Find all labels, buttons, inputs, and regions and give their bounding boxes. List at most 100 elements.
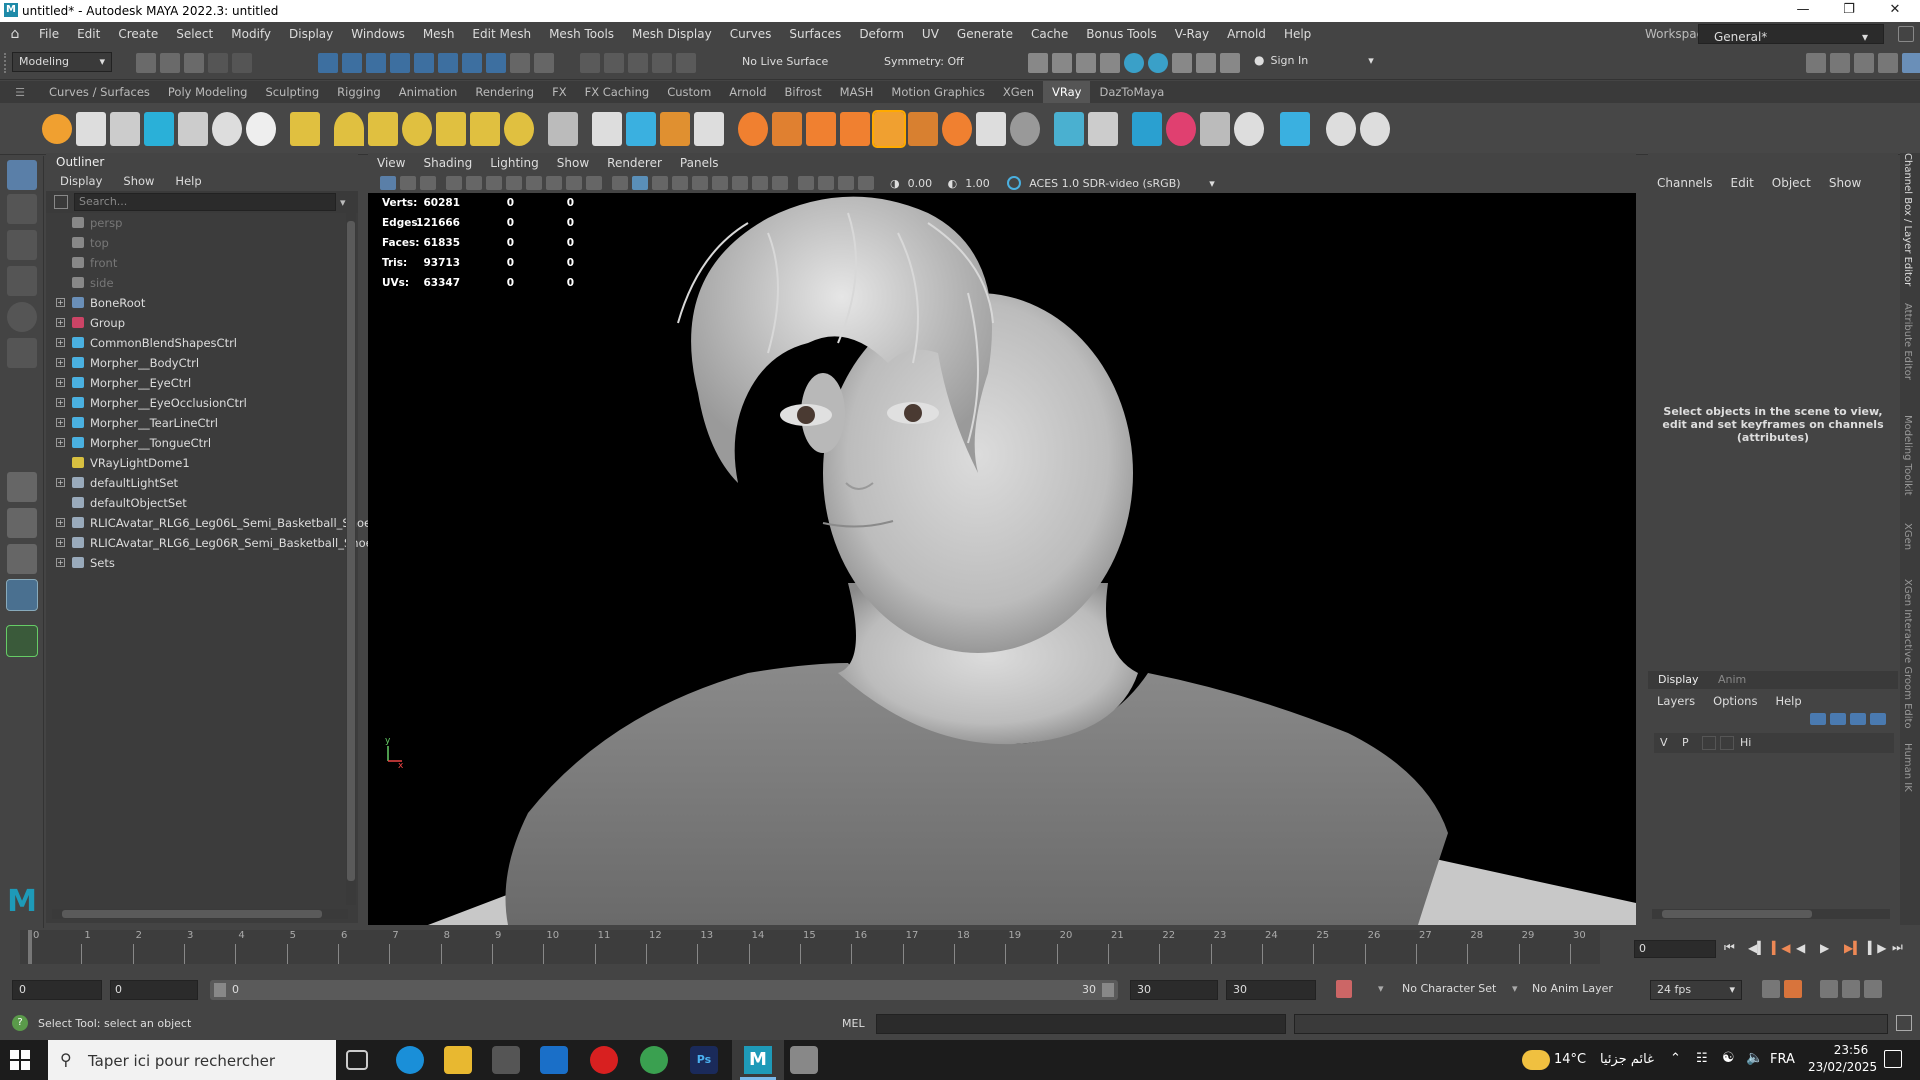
vray-fire-icon[interactable] [806, 111, 836, 146]
modeling-toolkit-icon[interactable] [1806, 53, 1826, 73]
menu-help[interactable]: Help [1275, 22, 1320, 46]
outliner-item[interactable]: top [46, 233, 344, 253]
outliner-item[interactable]: side [46, 273, 344, 293]
expand-icon[interactable]: + [56, 418, 65, 427]
scrollbar-thumb[interactable] [62, 910, 322, 918]
shelf-tab-animation[interactable]: Animation [390, 81, 467, 103]
menu-uv[interactable]: UV [913, 22, 948, 46]
select-tool-icon[interactable] [7, 160, 37, 190]
menu-display[interactable]: Display [280, 22, 342, 46]
script-editor-icon[interactable] [1896, 1015, 1912, 1031]
vray-gear-icon[interactable] [1010, 111, 1040, 146]
chrome-icon[interactable] [640, 1046, 668, 1074]
open-scene-icon[interactable] [160, 53, 180, 73]
outlook-icon[interactable] [540, 1046, 568, 1074]
tool-settings-icon[interactable] [1854, 53, 1874, 73]
expand-icon[interactable]: + [56, 358, 65, 367]
layer-name[interactable]: Hi [1740, 736, 1751, 749]
outliner-item[interactable]: + Morpher__BodyCtrl [46, 353, 344, 373]
menu-modify[interactable]: Modify [222, 22, 280, 46]
tab-anim[interactable]: Anim [1718, 673, 1746, 686]
paint-select-icon[interactable] [7, 230, 37, 260]
vray-check-icon[interactable] [1360, 111, 1390, 146]
ambient-occlusion-icon[interactable] [712, 176, 728, 190]
menu-mesh-tools[interactable]: Mesh Tools [540, 22, 623, 46]
outliner-layout-icon[interactable] [6, 579, 38, 611]
opera-icon[interactable] [590, 1046, 618, 1074]
backface-icon[interactable] [858, 176, 874, 190]
layer-horizontal-scrollbar[interactable] [1652, 909, 1890, 919]
expand-icon[interactable]: + [56, 478, 65, 487]
single-perspective-layout-icon[interactable] [7, 472, 37, 502]
film-gate-icon[interactable] [526, 176, 542, 190]
auto-key-icon[interactable] [1336, 980, 1352, 998]
windows-start-icon[interactable] [10, 1050, 30, 1070]
channel-box-toggle-icon[interactable] [1878, 53, 1898, 73]
chevron-up-icon[interactable]: ⌃ [1670, 1051, 1681, 1066]
layer-color-swatch[interactable] [1720, 736, 1734, 750]
vray-biped-icon[interactable] [76, 111, 106, 146]
wifi-icon[interactable]: ☯ [1722, 1050, 1735, 1066]
shelf-tab-custom[interactable]: Custom [658, 81, 720, 103]
snap-grid-icon[interactable] [414, 53, 434, 73]
vray-rig-icon[interactable] [144, 111, 174, 146]
new-scene-icon[interactable] [136, 53, 156, 73]
move-layer-down-icon[interactable] [1830, 713, 1846, 725]
vray-power-icon[interactable] [1326, 111, 1356, 146]
maya-taskbar-active[interactable]: M [732, 1040, 784, 1080]
menu-windows[interactable]: Windows [342, 22, 414, 46]
save-scene-icon[interactable] [184, 53, 204, 73]
menu-edit-mesh[interactable]: Edit Mesh [463, 22, 540, 46]
menu-edit[interactable]: Edit [68, 22, 109, 46]
vray-dome-light-icon[interactable] [334, 111, 364, 146]
pause-icon[interactable] [1220, 53, 1240, 73]
layer-visibility[interactable]: V [1660, 736, 1668, 749]
vray-render-icon[interactable] [1124, 53, 1144, 73]
range-start-field[interactable]: 0 [12, 980, 102, 1000]
layer-playback[interactable]: P [1682, 736, 1689, 749]
shelf-tab-bifrost[interactable]: Bifrost [776, 81, 831, 103]
outliner-search-input[interactable]: Search... [74, 193, 336, 211]
menu-select[interactable]: Select [167, 22, 222, 46]
vray-vfb-icon[interactable] [1196, 53, 1216, 73]
outliner-item[interactable]: defaultObjectSet [46, 493, 344, 513]
clock-date[interactable]: 23/02/2025 [1808, 1060, 1877, 1074]
expand-icon[interactable]: + [56, 298, 65, 307]
viewport-menu-view[interactable]: View [368, 153, 414, 173]
select-component-icon[interactable] [366, 53, 386, 73]
menu-mesh[interactable]: Mesh [414, 22, 464, 46]
layer-menu-options[interactable]: Options [1704, 691, 1766, 711]
taskbar-search-box[interactable]: ⚲ Taper ici pour rechercher [48, 1040, 336, 1080]
grease-pencil-icon[interactable] [486, 176, 502, 190]
move-layer-up-icon[interactable] [1810, 713, 1826, 725]
anim-prefs-icon[interactable] [1842, 980, 1860, 998]
edge-icon[interactable] [396, 1046, 424, 1074]
vray-shader-icon[interactable] [290, 111, 320, 146]
chevron-down-icon[interactable]: ▾ [1512, 982, 1518, 995]
shelf-tab-poly-modeling[interactable]: Poly Modeling [159, 81, 257, 103]
expand-icon[interactable]: + [56, 318, 65, 327]
settings-icon[interactable] [1898, 26, 1914, 42]
current-frame-marker[interactable] [28, 930, 32, 964]
tab-display[interactable]: Display [1658, 673, 1699, 686]
volume-icon[interactable]: 🔈 [1746, 1050, 1763, 1066]
time-slider[interactable]: 0 1 2 3 4 5 6 7 8 9 10 11 12 13 14 15 16 17 18 19 20 21 22 23 24… [0, 928, 1920, 970]
depth-of-field-icon[interactable] [772, 176, 788, 190]
outliner-vertical-scrollbar[interactable] [346, 213, 356, 905]
expand-icon[interactable]: + [56, 378, 65, 387]
viewport-menu-show[interactable]: Show [548, 153, 598, 173]
vray-proxy-icon[interactable] [592, 111, 622, 146]
weather-temp[interactable]: 14°C [1554, 1052, 1586, 1067]
mode-dropdown[interactable]: Modeling ▾ [12, 52, 112, 72]
bookmark-icon[interactable] [420, 176, 436, 190]
gamma-field[interactable]: 1.00 [965, 177, 999, 190]
vray-mesh-light-icon[interactable] [436, 111, 466, 146]
motion-blur-icon[interactable] [732, 176, 748, 190]
outliner-menu-help[interactable]: Help [161, 171, 208, 191]
viewport-menu-panels[interactable]: Panels [671, 153, 728, 173]
smooth-shade-icon[interactable] [632, 176, 648, 190]
new-layer-icon[interactable] [1850, 713, 1866, 725]
expand-icon[interactable]: + [56, 438, 65, 447]
step-forward-icon[interactable]: ▍▶ [1868, 941, 1892, 955]
vray-box-icon[interactable] [178, 111, 208, 146]
